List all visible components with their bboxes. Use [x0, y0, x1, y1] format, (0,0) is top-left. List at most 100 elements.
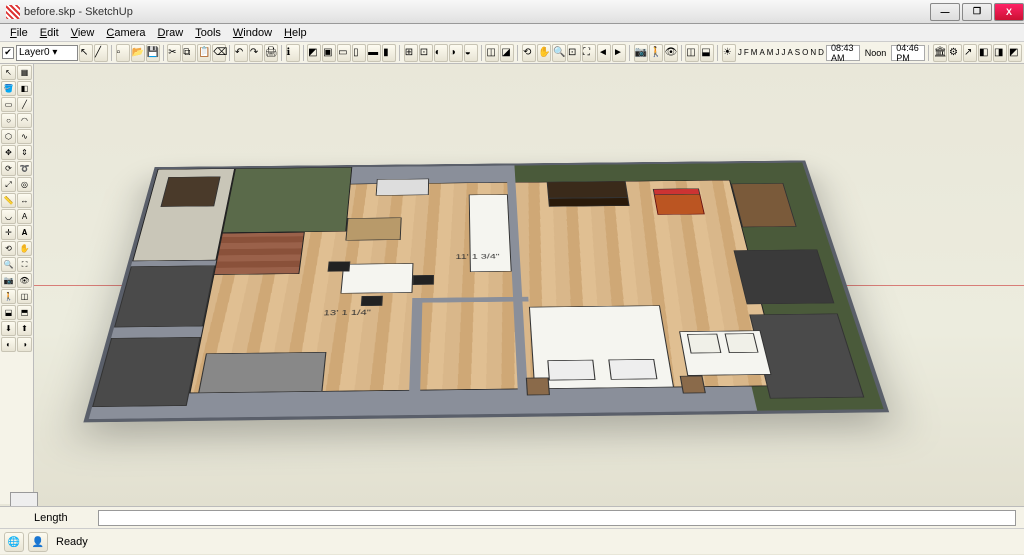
zoom-icon[interactable]: 🔍 [552, 44, 566, 62]
shadow-toggle-icon[interactable]: ☀ [722, 44, 736, 62]
eraser-icon[interactable]: ◧ [17, 81, 32, 96]
sandbox2-icon[interactable]: ◑ [17, 337, 32, 352]
display-section-icon[interactable]: ⬓ [1, 305, 16, 320]
menu-draw[interactable]: Draw [152, 26, 190, 40]
sandbox1-icon[interactable]: ◐ [1, 337, 16, 352]
wireframe-icon[interactable]: ⊞ [404, 44, 418, 62]
rectangle-icon[interactable]: ▭ [1, 97, 16, 112]
polygon-icon[interactable]: ⬡ [1, 129, 16, 144]
top-view-icon[interactable]: ▣ [322, 44, 336, 62]
arc-icon[interactable]: ◠ [17, 113, 32, 128]
copy-icon[interactable]: ⧉ [182, 44, 196, 62]
shaded-texture-icon[interactable]: ◑ [449, 44, 463, 62]
zoom-extents-tool-icon[interactable]: ⛶ [17, 257, 32, 272]
tape-measure-icon[interactable]: 📏 [1, 193, 16, 208]
components-icon[interactable]: ◧ [978, 44, 992, 62]
look-around-tool-icon[interactable]: 👁 [17, 273, 32, 288]
front-view-icon[interactable]: ▭ [337, 44, 351, 62]
paste-icon[interactable]: 📋 [197, 44, 211, 62]
menu-window[interactable]: Window [227, 26, 278, 40]
undo-icon[interactable]: ↶ [234, 44, 248, 62]
floorplan-model[interactable]: 11' 1 3/4" 13' 1 1/4" [124, 82, 844, 472]
paint-bucket-icon[interactable]: 🪣 [1, 81, 16, 96]
model-info-icon[interactable]: ℹ [286, 44, 300, 62]
dimensions-icon[interactable]: ↔ [17, 193, 32, 208]
save-file-icon[interactable]: 💾 [146, 44, 160, 62]
minimize-button[interactable]: — [930, 3, 960, 21]
3dtext-icon[interactable]: 𝐀 [17, 225, 32, 240]
length-input[interactable] [98, 510, 1016, 526]
scale-icon[interactable]: ⤢ [1, 177, 16, 192]
next-icon[interactable]: ► [612, 44, 626, 62]
month-strip[interactable]: JFMAMJJASOND [737, 48, 825, 57]
layer-visible-check[interactable]: ✔ [2, 47, 14, 59]
protractor-icon[interactable]: ◡ [1, 209, 16, 224]
menu-camera[interactable]: Camera [100, 26, 151, 40]
layer-selector[interactable]: ✔ Layer0 ▾ [2, 45, 78, 61]
share-icon[interactable]: ↗ [963, 44, 977, 62]
xray-icon[interactable]: ◫ [485, 44, 499, 62]
shaded-icon[interactable]: ◐ [434, 44, 448, 62]
get-models-icon[interactable]: ⬇ [1, 321, 16, 336]
select-icon[interactable]: ↖ [1, 65, 16, 80]
line-tool-icon[interactable]: ╱ [94, 44, 108, 62]
select-tool-icon[interactable]: ↖ [79, 44, 93, 62]
offset-icon[interactable]: ◎ [17, 177, 32, 192]
redo-icon[interactable]: ↷ [249, 44, 263, 62]
credits-icon[interactable]: 👤 [28, 532, 48, 552]
print-icon[interactable]: 🖨 [264, 44, 278, 62]
cut-icon[interactable]: ✂ [167, 44, 181, 62]
menu-file[interactable]: FFileile [4, 26, 34, 40]
materials-icon[interactable]: ◨ [993, 44, 1007, 62]
section-plane-icon[interactable]: ◫ [685, 44, 699, 62]
orbit-icon[interactable]: ⟲ [522, 44, 536, 62]
menu-tools[interactable]: Tools [189, 26, 227, 40]
circle-icon[interactable]: ○ [1, 113, 16, 128]
time-left[interactable]: 08:43 AM [826, 45, 860, 61]
new-file-icon[interactable]: ▫ [116, 44, 130, 62]
line-icon[interactable]: ╱ [17, 97, 32, 112]
walk-tool-icon[interactable]: 🚶 [1, 289, 16, 304]
previous-icon[interactable]: ◄ [597, 44, 611, 62]
hidden-line-icon[interactable]: ⊡ [419, 44, 433, 62]
backedge-icon[interactable]: ◪ [500, 44, 514, 62]
pan-icon[interactable]: ✋ [537, 44, 551, 62]
erase-icon[interactable]: ⌫ [212, 44, 226, 62]
back-view-icon[interactable]: ▬ [367, 44, 381, 62]
menu-view[interactable]: View [65, 26, 101, 40]
text-icon[interactable]: A [17, 209, 32, 224]
iso-view-icon[interactable]: ◩ [307, 44, 321, 62]
open-file-icon[interactable]: 📂 [131, 44, 145, 62]
display-section-cut-icon[interactable]: ⬒ [17, 305, 32, 320]
maximize-button[interactable]: ❐ [962, 3, 992, 21]
zoom-extents-icon[interactable]: ⛶ [582, 44, 596, 62]
extension-icon[interactable]: ⚙ [948, 44, 962, 62]
styles-icon[interactable]: ◩ [1008, 44, 1022, 62]
menu-help[interactable]: Help [278, 26, 313, 40]
geo-location-icon[interactable]: 🌐 [4, 532, 24, 552]
walk-icon[interactable]: 🚶 [649, 44, 663, 62]
layer-dropdown[interactable]: Layer0 ▾ [16, 45, 78, 61]
section-display-icon[interactable]: ⬓ [700, 44, 714, 62]
section-tool-icon[interactable]: ◫ [17, 289, 32, 304]
time-right[interactable]: 04:46 PM [891, 45, 925, 61]
orbit-tool-icon[interactable]: ⟲ [1, 241, 16, 256]
close-button[interactable]: X [994, 3, 1024, 21]
position-camera-tool-icon[interactable]: 📷 [1, 273, 16, 288]
zoom-tool-icon[interactable]: 🔍 [1, 257, 16, 272]
pushpull-icon[interactable]: ⇕ [17, 145, 32, 160]
menu-edit[interactable]: Edit [34, 26, 65, 40]
pan-tool-icon[interactable]: ✋ [17, 241, 32, 256]
axes-icon[interactable]: ✛ [1, 225, 16, 240]
right-view-icon[interactable]: ▯ [352, 44, 366, 62]
zoom-window-icon[interactable]: ⊡ [567, 44, 581, 62]
scroll-tab[interactable] [10, 492, 38, 506]
drawing-canvas[interactable]: 11' 1 3/4" 13' 1 1/4" [34, 64, 1024, 506]
rotate-icon[interactable]: ⟳ [1, 161, 16, 176]
monochrome-icon[interactable]: ◒ [464, 44, 478, 62]
share-model-icon[interactable]: ⬆ [17, 321, 32, 336]
position-camera-icon[interactable]: 📷 [634, 44, 648, 62]
left-view-icon[interactable]: ▮ [382, 44, 396, 62]
followme-icon[interactable]: ➰ [17, 161, 32, 176]
look-around-icon[interactable]: 👁 [664, 44, 678, 62]
